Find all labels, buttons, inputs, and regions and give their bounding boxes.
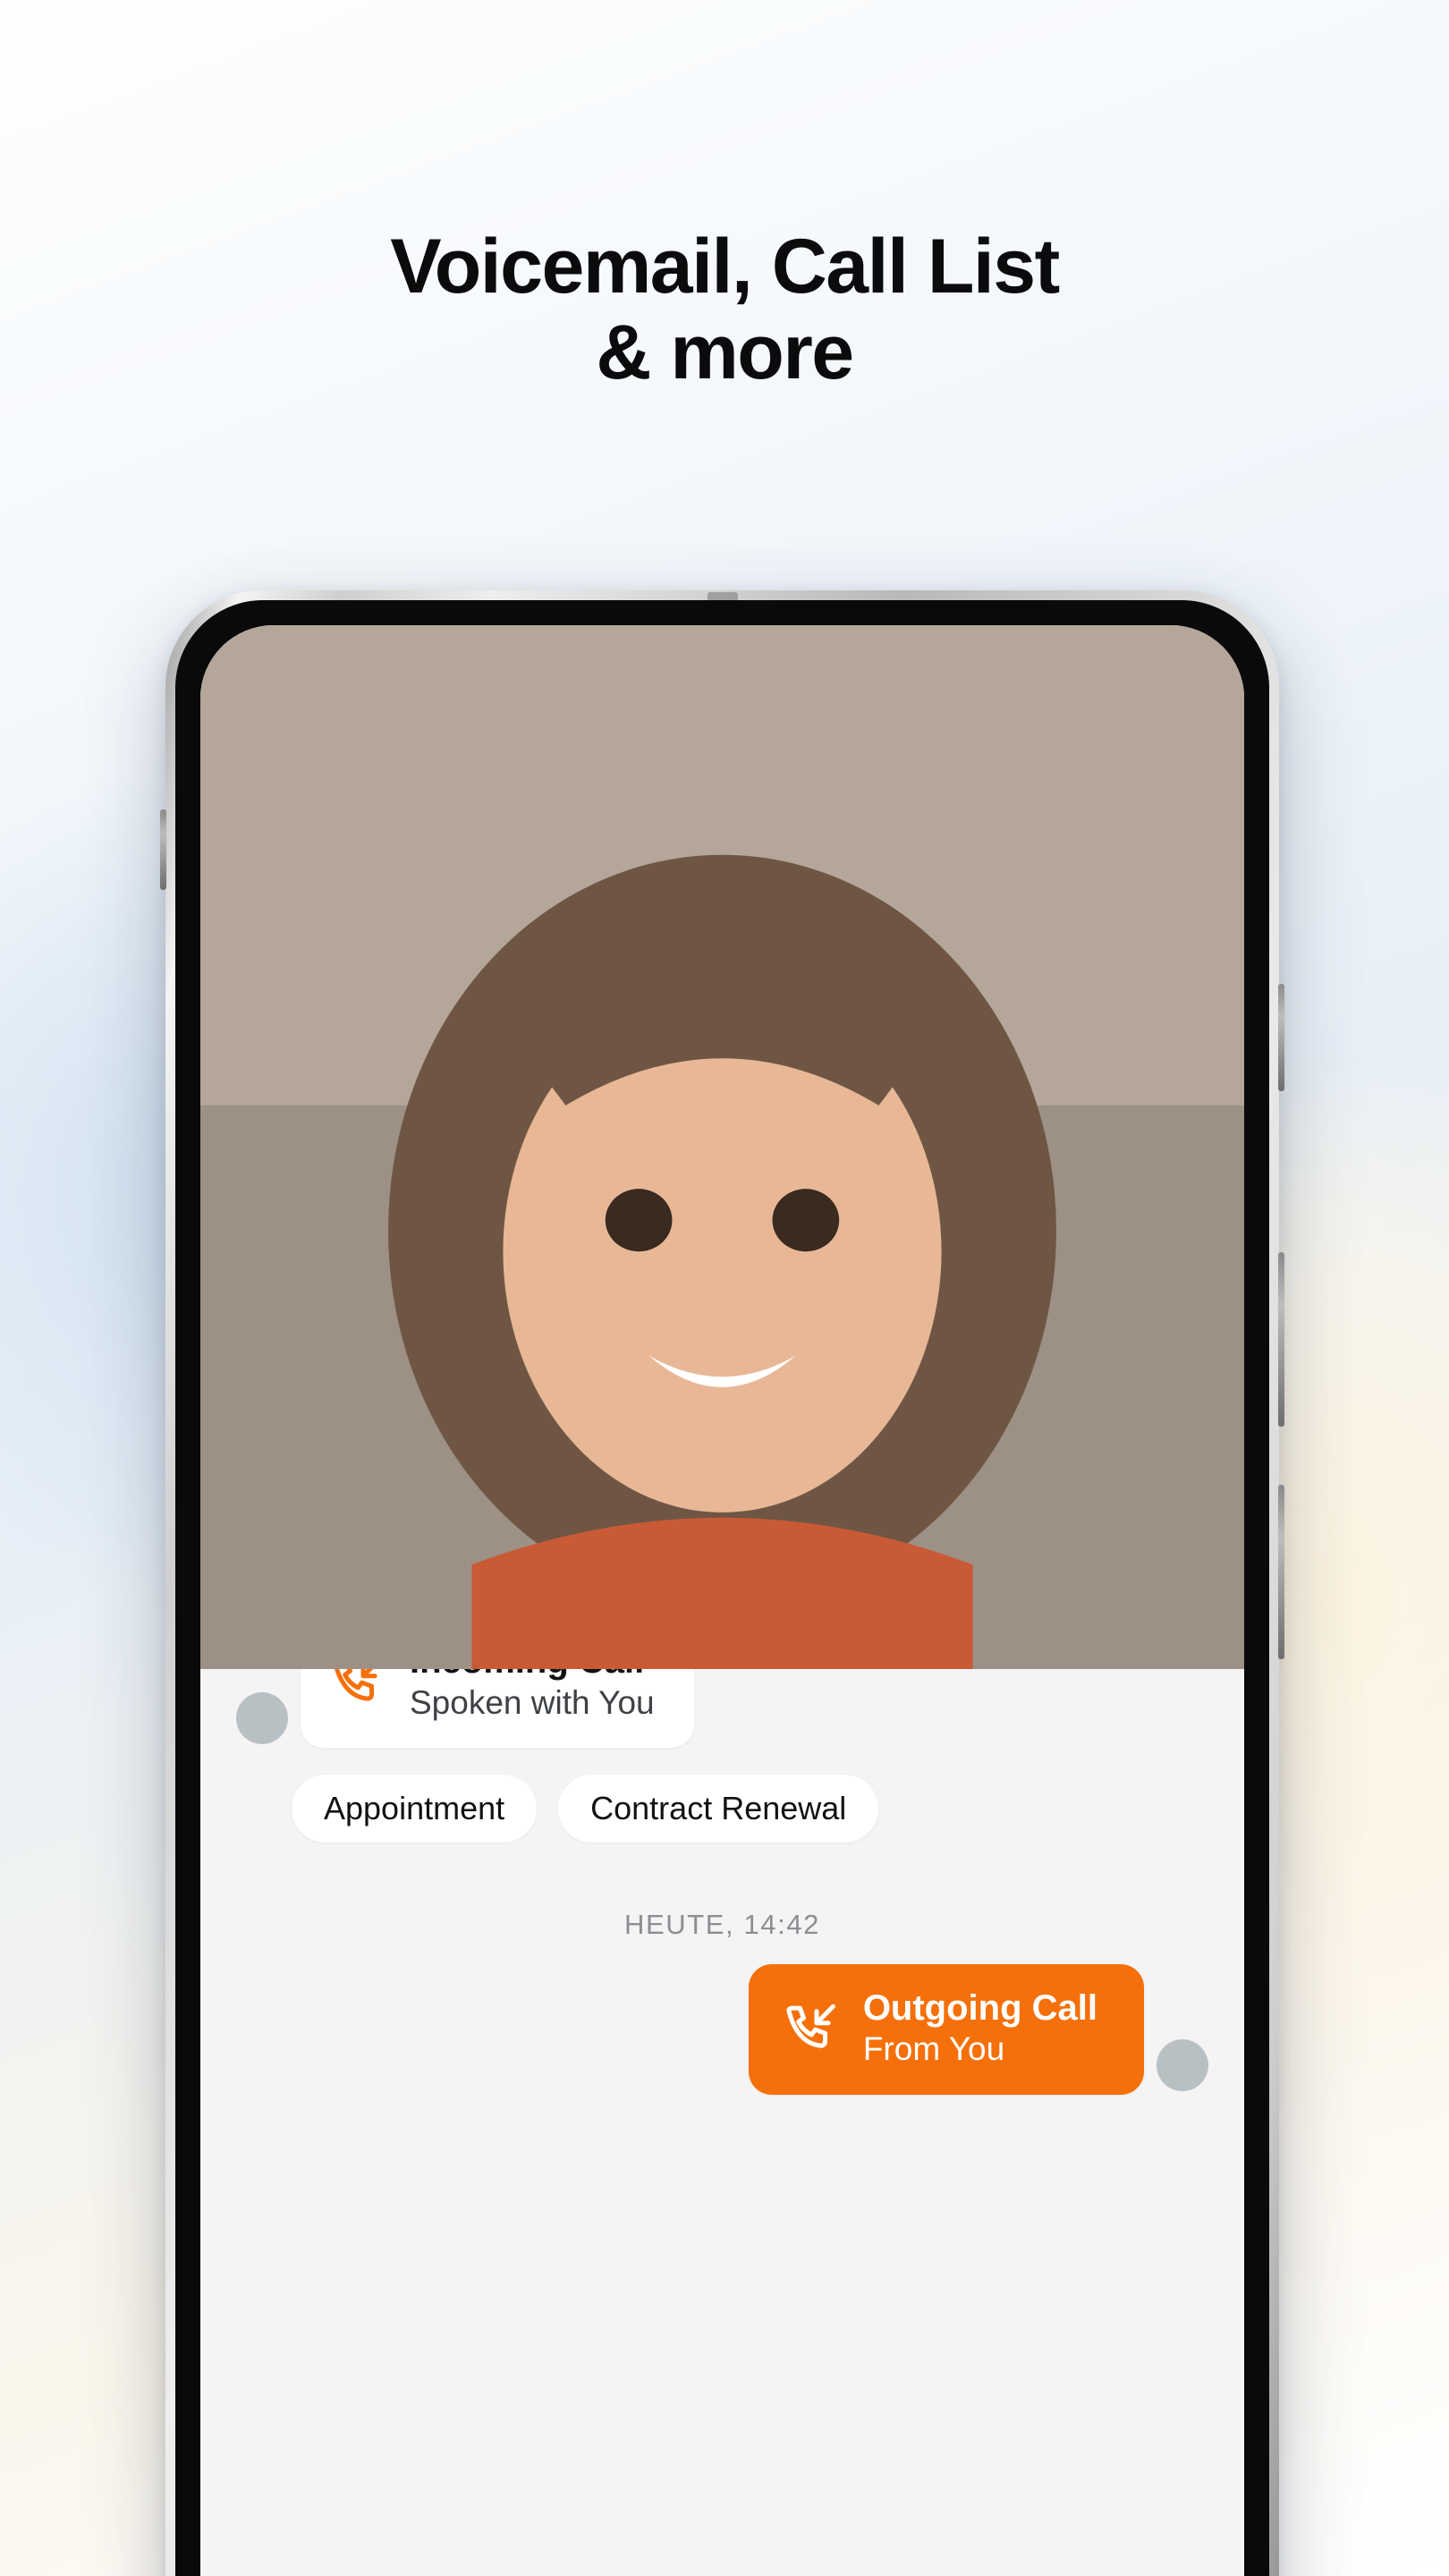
power-button[interactable] [1278,1485,1284,1659]
headline-line-2: & more [596,309,854,396]
outgoing-call-card[interactable]: Outgoing Call From You [748,1963,1144,2095]
conversation-list: 02.11.2024, 12:21 [200,625,1244,2095]
call-subtitle: From You [862,2030,1005,2068]
promo-stage: Voicemail, Call List & more 9:30 [0,0,1449,2576]
volume-up-button[interactable] [1278,984,1284,1091]
avatar [200,625,1244,1744]
volume-down-button[interactable] [1278,1252,1284,1427]
volume-button-left[interactable] [160,809,166,890]
headline-line-1: Voicemail, Call List [390,224,1060,309]
phone-bezel: 9:30 [175,600,1269,2576]
call-subtitle: Spoken with You [410,1683,655,1721]
outgoing-call-text: Outgoing Call From You [863,1987,1097,2070]
page-title: Voicemail, Call List & more [0,224,1449,396]
phone-mockup: 9:30 [160,590,1284,2576]
phone-screen: 9:30 [200,625,1244,2576]
avatar [200,625,1244,2091]
tag-appointment[interactable]: Appointment [292,1774,538,1843]
message-row-outgoing-call: Outgoing Call From You [200,625,1244,2095]
outgoing-call-icon [786,2004,835,2048]
call-title: Outgoing Call [862,1987,1097,2028]
tag-contract-renewal[interactable]: Contract Renewal [558,1774,879,1843]
tag-list: Appointment Contract Renewal [292,1774,1208,1843]
message-timestamp: HEUTE, 14:42 [623,1908,821,1940]
